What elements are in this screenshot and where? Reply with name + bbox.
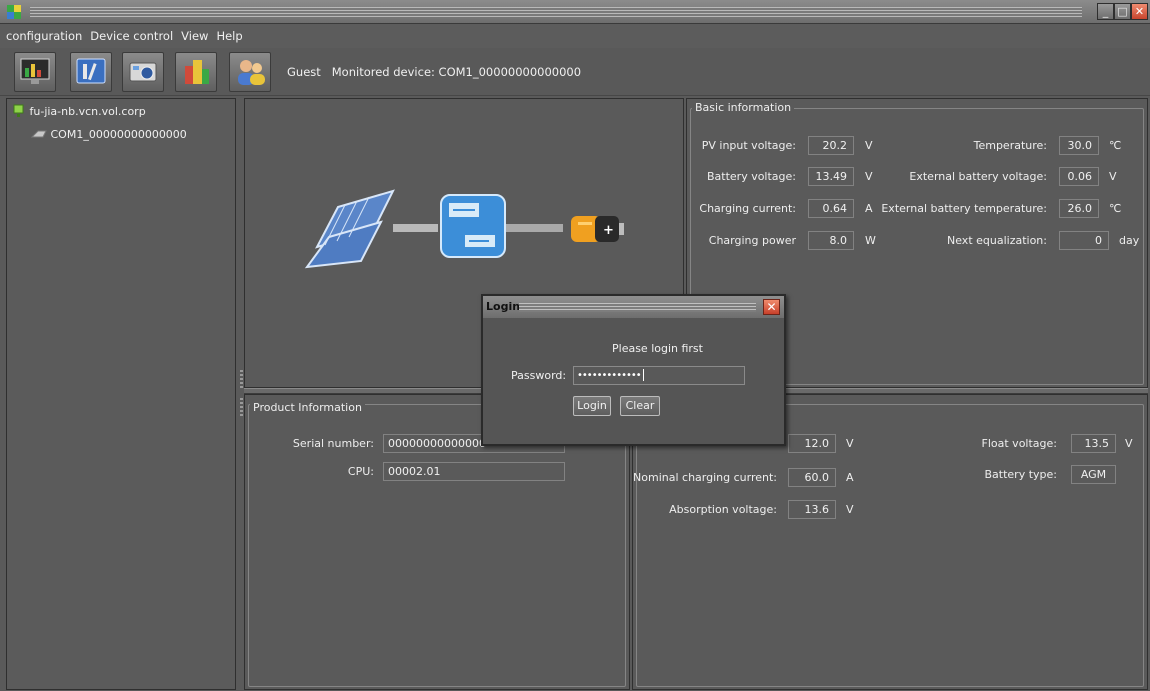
app-icon bbox=[7, 5, 21, 19]
charging-current-unit: A bbox=[865, 202, 873, 215]
menu-device-control[interactable]: Device control bbox=[86, 24, 177, 48]
clear-button[interactable]: Clear bbox=[620, 396, 660, 416]
external-battery-temperature-label: External battery temperature: bbox=[881, 202, 1047, 215]
battery-voltage-value: 13.49 bbox=[808, 167, 854, 186]
charging-power-label: Charging power bbox=[708, 234, 796, 247]
next-equalization-value: 0 bbox=[1059, 231, 1109, 250]
text-caret bbox=[642, 369, 644, 381]
menu-bar: configuration Device control View Help bbox=[0, 24, 1150, 48]
connector-cable-left bbox=[393, 224, 438, 232]
users-icon bbox=[238, 60, 265, 85]
login-dialog: Login ✕ Please login first Password: •••… bbox=[481, 294, 786, 446]
solar-panel-icon bbox=[304, 189, 395, 269]
temperature-unit: ℃ bbox=[1109, 139, 1122, 152]
external-battery-voltage-value: 0.06 bbox=[1059, 167, 1099, 186]
settings-tools-icon bbox=[76, 58, 106, 84]
report-tool-button[interactable] bbox=[175, 52, 217, 92]
title-bar: _ □ ✕ bbox=[0, 0, 1150, 24]
svg-text:+: + bbox=[603, 223, 614, 238]
battery-type-value: AGM bbox=[1071, 465, 1116, 484]
cpu-value: 00002.01 bbox=[383, 462, 565, 481]
user-name: Guest bbox=[287, 65, 321, 79]
basic-information-title: Basic information bbox=[692, 101, 795, 114]
users-tool-button[interactable] bbox=[229, 52, 271, 92]
temperature-label: Temperature: bbox=[973, 139, 1047, 152]
nominal-charging-current-unit: A bbox=[846, 471, 854, 484]
tree-device-item[interactable]: COM1_00000000000000 bbox=[30, 128, 187, 141]
pv-input-voltage-value: 20.2 bbox=[808, 136, 854, 155]
camera-tool-button[interactable] bbox=[122, 52, 164, 92]
temperature-value: 30.0 bbox=[1059, 136, 1099, 155]
serial-number-label: Serial number: bbox=[292, 437, 374, 450]
pv-input-voltage-label: PV input voltage: bbox=[701, 139, 796, 152]
network-computer-icon bbox=[13, 104, 24, 117]
absorption-voltage-value: 13.6 bbox=[788, 500, 836, 519]
device-icon bbox=[30, 130, 47, 138]
external-battery-voltage-label: External battery voltage: bbox=[909, 170, 1047, 183]
monitored-device-label: Monitored device: bbox=[331, 65, 435, 79]
login-close-button[interactable]: ✕ bbox=[763, 299, 780, 315]
tree-root-label: fu-jia-nb.vcn.vol.corp bbox=[29, 105, 146, 118]
tree-device-label: COM1_00000000000000 bbox=[50, 128, 187, 141]
nominal-charging-current-value: 60.0 bbox=[788, 468, 836, 487]
monitor-icon bbox=[20, 58, 50, 84]
device-tree: fu-jia-nb.vcn.vol.corp COM1_000000000000… bbox=[6, 98, 236, 690]
minimize-button[interactable]: _ bbox=[1097, 3, 1114, 20]
monitored-device-value: COM1_00000000000000 bbox=[438, 65, 582, 79]
next-equalization-label: Next equalization: bbox=[947, 234, 1047, 247]
external-battery-temperature-value: 26.0 bbox=[1059, 199, 1099, 218]
buildings-icon bbox=[185, 60, 209, 84]
float-voltage-unit: V bbox=[1125, 437, 1133, 450]
toolbar: Guest Monitored device: COM1_00000000000… bbox=[0, 48, 1150, 96]
pv-input-voltage-unit: V bbox=[865, 139, 873, 152]
login-button[interactable]: Login bbox=[573, 396, 611, 416]
monitor-tool-button[interactable] bbox=[14, 52, 56, 92]
external-battery-voltage-unit: V bbox=[1109, 170, 1117, 183]
password-field[interactable]: ••••••••••••• bbox=[573, 366, 745, 385]
close-window-button[interactable]: ✕ bbox=[1131, 3, 1148, 20]
battery-voltage-setting-value: 12.0 bbox=[788, 434, 836, 453]
battery-voltage-unit: V bbox=[865, 170, 873, 183]
menu-configuration[interactable]: configuration bbox=[2, 24, 86, 48]
maximize-button[interactable]: □ bbox=[1114, 3, 1131, 20]
absorption-voltage-label: Absorption voltage: bbox=[669, 503, 777, 516]
connector-cable-right bbox=[503, 224, 563, 232]
charging-power-value: 8.0 bbox=[808, 231, 854, 250]
battery-icon: + bbox=[571, 216, 624, 242]
cpu-label: CPU: bbox=[347, 465, 374, 478]
login-dialog-titlebar[interactable]: Login ✕ bbox=[483, 296, 784, 318]
vertical-splitter-handle[interactable] bbox=[240, 370, 243, 388]
camera-icon bbox=[129, 62, 157, 82]
password-value: ••••••••••••• bbox=[577, 370, 642, 381]
login-dialog-title: Login bbox=[486, 300, 521, 313]
charging-current-label: Charging current: bbox=[699, 202, 796, 215]
battery-voltage-setting-unit: V bbox=[846, 437, 854, 450]
charge-controller-icon bbox=[440, 194, 506, 258]
menu-view[interactable]: View bbox=[177, 24, 212, 48]
battery-type-label: Battery type: bbox=[984, 468, 1058, 481]
next-equalization-unit: day bbox=[1119, 234, 1140, 247]
external-battery-temperature-unit: ℃ bbox=[1109, 202, 1122, 215]
settings-tool-button[interactable] bbox=[70, 52, 112, 92]
charging-power-unit: W bbox=[865, 234, 876, 247]
tree-root[interactable]: fu-jia-nb.vcn.vol.corp bbox=[12, 104, 146, 118]
menu-help[interactable]: Help bbox=[212, 24, 246, 48]
vertical-splitter-handle-lower[interactable] bbox=[240, 398, 243, 416]
login-message: Please login first bbox=[612, 342, 703, 355]
charging-current-value: 0.64 bbox=[808, 199, 854, 218]
absorption-voltage-unit: V bbox=[846, 503, 854, 516]
product-information-title: Product Information bbox=[250, 401, 365, 414]
password-label: Password: bbox=[511, 369, 567, 382]
float-voltage-label: Float voltage: bbox=[981, 437, 1057, 450]
nominal-charging-current-label: Nominal charging current: bbox=[633, 471, 777, 484]
float-voltage-value: 13.5 bbox=[1071, 434, 1116, 453]
battery-voltage-label: Battery voltage: bbox=[706, 170, 796, 183]
